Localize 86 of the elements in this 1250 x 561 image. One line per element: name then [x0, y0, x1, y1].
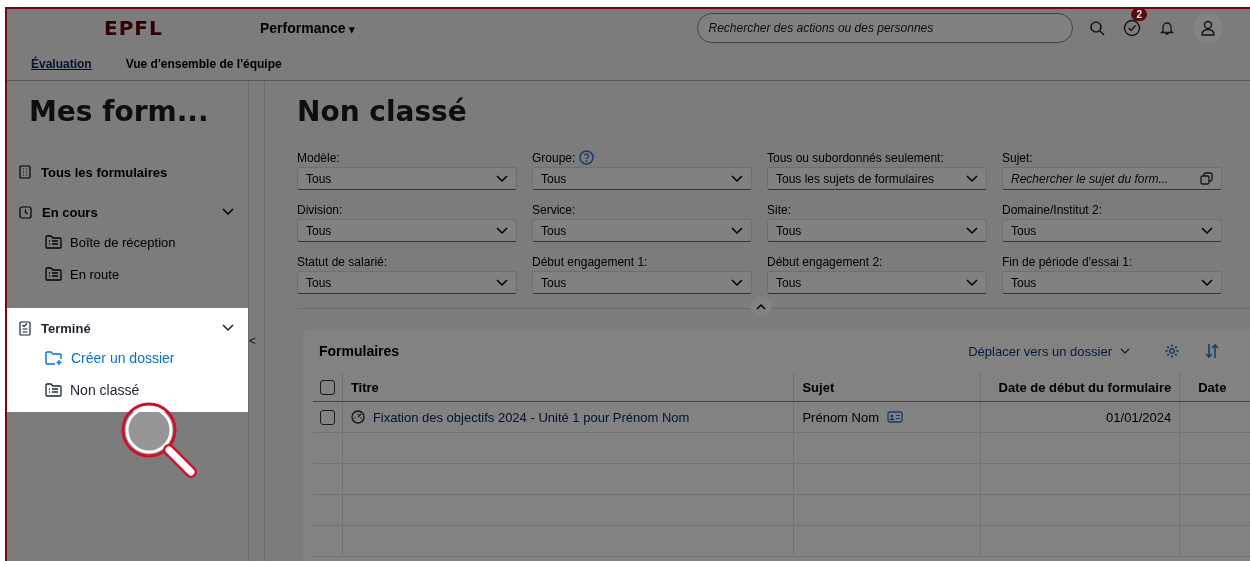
chevron-down-icon	[966, 278, 978, 287]
table-cell: Prénom Nom	[802, 409, 879, 425]
filter-dropdown[interactable]: Tous	[767, 271, 987, 294]
search-icon[interactable]	[1089, 20, 1106, 36]
search-field[interactable]: Rechercher des actions ou des personnes	[697, 13, 1074, 43]
filter-dropdown[interactable]: Tous	[532, 219, 752, 242]
filter-dropdown[interactable]: Tous	[767, 219, 987, 242]
check-circle-icon[interactable]	[1123, 19, 1142, 37]
collapse-sidebar-button[interactable]: <	[249, 334, 256, 348]
gauge-icon	[350, 410, 365, 424]
filter-dropdown[interactable]: Tous	[297, 271, 517, 294]
table-cell: 01/01/2024	[1106, 409, 1172, 425]
filter-dropdown[interactable]: Tous les sujets de formulaires	[767, 167, 987, 190]
select-all-checkbox[interactable]	[319, 379, 335, 395]
sidebar-item[interactable]: En cours	[7, 198, 248, 226]
chevron-down-icon	[731, 174, 743, 183]
filter-label: Début engagement 1:	[532, 254, 648, 269]
chevron-up-icon	[756, 302, 766, 310]
sort-icon[interactable]	[1204, 343, 1220, 359]
chevron-down-icon	[496, 278, 508, 287]
folder-plus-icon	[45, 350, 63, 366]
list-icon	[19, 165, 31, 179]
filter-label: Fin de période d'essai 1:	[1002, 254, 1133, 269]
id-card-icon[interactable]	[887, 411, 903, 423]
nav-tab[interactable]: Vue d'ensemble de l'équipe	[125, 56, 282, 71]
chevron-down-icon	[966, 174, 978, 183]
column-header[interactable]: Sujet	[794, 373, 981, 401]
column-header[interactable]: Date	[1180, 373, 1250, 401]
chevron-down-icon	[1201, 278, 1213, 287]
filter-dropdown[interactable]: Tous	[532, 271, 752, 294]
chevron-down-icon	[966, 226, 978, 235]
bell-icon[interactable]	[1159, 20, 1176, 36]
avatar-icon[interactable]	[1193, 13, 1224, 43]
filter-dropdown[interactable]: Tous	[297, 167, 517, 190]
filter-label: Service:	[532, 202, 576, 217]
filter-dropdown[interactable]: Tous	[1002, 219, 1222, 242]
help-icon[interactable]	[579, 150, 595, 165]
filter-dropdown[interactable]: Tous	[1002, 271, 1222, 294]
checklist-icon	[19, 320, 31, 336]
sidebar-subitem[interactable]: Créer un dossier	[7, 342, 248, 374]
chevron-down-icon	[731, 226, 743, 235]
subject-search-field[interactable]: Rechercher le sujet du form...	[1002, 167, 1222, 190]
filter-label: Site:	[767, 202, 791, 217]
filter-label: Division:	[297, 202, 343, 217]
sidebar-item-label: Tous les formulaires	[41, 164, 169, 180]
chevron-down-icon	[496, 174, 508, 183]
filter-label: Modèle:	[297, 150, 340, 165]
filter-label: Statut de salarié:	[297, 254, 388, 269]
chevron-icon[interactable]	[222, 324, 234, 332]
table-title: Formulaires	[318, 343, 401, 359]
filter-label: Groupe:	[532, 150, 576, 165]
column-header[interactable]: Date de début du formulaire	[980, 373, 1181, 401]
app-menu[interactable]: Performance ▾	[260, 20, 356, 36]
filter-dropdown[interactable]: Tous	[297, 219, 517, 242]
folder-list-icon	[45, 267, 62, 281]
sidebar-item-label: En cours	[42, 204, 99, 220]
nav-tab[interactable]: Évaluation	[31, 56, 92, 71]
sidebar-item[interactable]: Tous les formulaires	[7, 158, 248, 186]
folder-list-icon	[45, 235, 62, 249]
folder-list-icon	[45, 383, 62, 397]
clock-icon	[19, 205, 32, 219]
row-checkbox[interactable]	[319, 409, 335, 425]
filter-label: Tous ou subordonnés seulement:	[767, 150, 944, 165]
sidebar-subitem[interactable]: Boîte de réception	[7, 226, 248, 258]
move-to-folder-button[interactable]: Déplacer vers un dossier	[968, 343, 1130, 359]
page-title: Non classé	[297, 95, 468, 128]
logo: EPFL	[104, 16, 164, 40]
settings-icon[interactable]	[1164, 343, 1180, 359]
chevron-down-icon	[496, 226, 508, 235]
chevron-down-icon	[731, 278, 743, 287]
filter-label: Sujet:	[1002, 150, 1033, 165]
sidebar-subitem[interactable]: Non classé	[7, 374, 248, 406]
sidebar-item[interactable]: Terminé	[7, 314, 248, 342]
sidebar-item-label: Terminé	[41, 320, 92, 336]
column-header[interactable]: Titre	[342, 373, 795, 401]
filter-label: Domaine/Institut 2:	[1002, 202, 1103, 217]
filter-dropdown[interactable]: Tous	[532, 167, 752, 190]
copy-icon	[1200, 172, 1213, 185]
filter-label: Début engagement 2:	[767, 254, 883, 269]
chevron-down-icon	[1201, 226, 1213, 235]
collapse-filters-button[interactable]	[750, 296, 772, 316]
chevron-down-icon	[1120, 348, 1130, 354]
form-link[interactable]: Fixation des objectifs 2024 - Unité 1 pour Prénom Nom	[372, 409, 690, 425]
sidebar-subitem[interactable]: En route	[7, 258, 248, 290]
sidebar-title: Mes form...	[29, 95, 210, 128]
notification-badge: 2	[1131, 9, 1148, 21]
